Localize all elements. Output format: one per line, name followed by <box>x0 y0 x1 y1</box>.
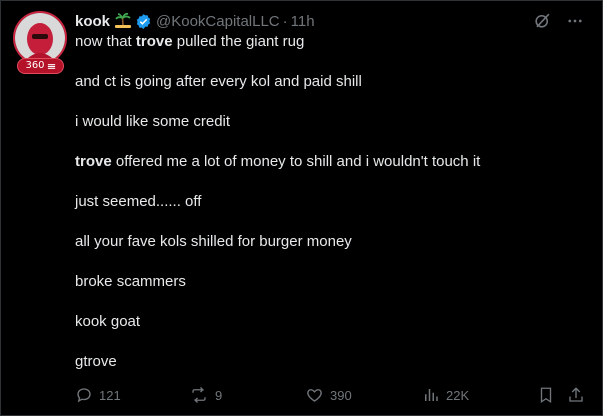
tweet-top-actions <box>533 11 584 30</box>
views-chart-icon <box>422 386 440 404</box>
tweet-line-6: all your fave kols shilled for burger mo… <box>75 233 352 250</box>
views-count: 22K <box>446 387 470 403</box>
tweet-line-1: now that trove pulled the giant rug <box>75 33 305 50</box>
repost-icon <box>189 386 209 404</box>
repost-button[interactable]: 9 <box>189 385 222 405</box>
like-button[interactable]: 390 <box>305 385 352 405</box>
tweet-line-5: just seemed...... off <box>75 193 202 210</box>
follower-badge: 360 <box>17 58 64 74</box>
tweet-line-9: gtrove <box>75 353 117 370</box>
reply-icon <box>75 386 93 404</box>
island-icon <box>114 12 132 30</box>
like-count: 390 <box>330 387 352 403</box>
heart-icon <box>305 386 324 404</box>
separator-dot: · <box>282 12 288 30</box>
tweet-card[interactable]: 360 kook @KookCapitalLLC · 11h now that … <box>0 0 603 416</box>
verified-badge-icon[interactable] <box>135 13 152 30</box>
reply-count: 121 <box>99 387 121 403</box>
bookmark-button[interactable] <box>537 385 555 405</box>
avatar[interactable] <box>13 11 67 65</box>
author-handle[interactable]: @KookCapitalLLC <box>156 13 280 30</box>
share-button[interactable] <box>567 385 585 405</box>
share-icon <box>567 386 585 404</box>
tweet-timestamp[interactable]: 11h <box>291 13 315 30</box>
bookmark-icon <box>537 386 555 404</box>
badge-count: 360 <box>25 60 45 71</box>
tweet-line-2: and ct is going after every kol and paid… <box>75 73 362 90</box>
tweet-line-7: broke scammers <box>75 273 186 290</box>
tweet-line-4: trove offered me a lot of money to shill… <box>75 153 481 170</box>
repost-count: 9 <box>215 387 223 403</box>
tweet-header: kook @KookCapitalLLC · 11h <box>75 11 315 31</box>
grok-icon[interactable] <box>533 11 552 30</box>
layers-icon <box>47 63 55 69</box>
author-name[interactable]: kook <box>75 13 110 30</box>
reply-button[interactable]: 121 <box>75 385 121 405</box>
tweet-line-3: i would like some credit <box>75 113 231 130</box>
tweet-action-bar: 121 9 390 22K <box>75 385 590 405</box>
avatar-image <box>15 13 65 63</box>
views-button[interactable]: 22K <box>422 385 469 405</box>
more-options-icon[interactable] <box>566 12 584 30</box>
tweet-line-8: kook goat <box>75 313 141 330</box>
